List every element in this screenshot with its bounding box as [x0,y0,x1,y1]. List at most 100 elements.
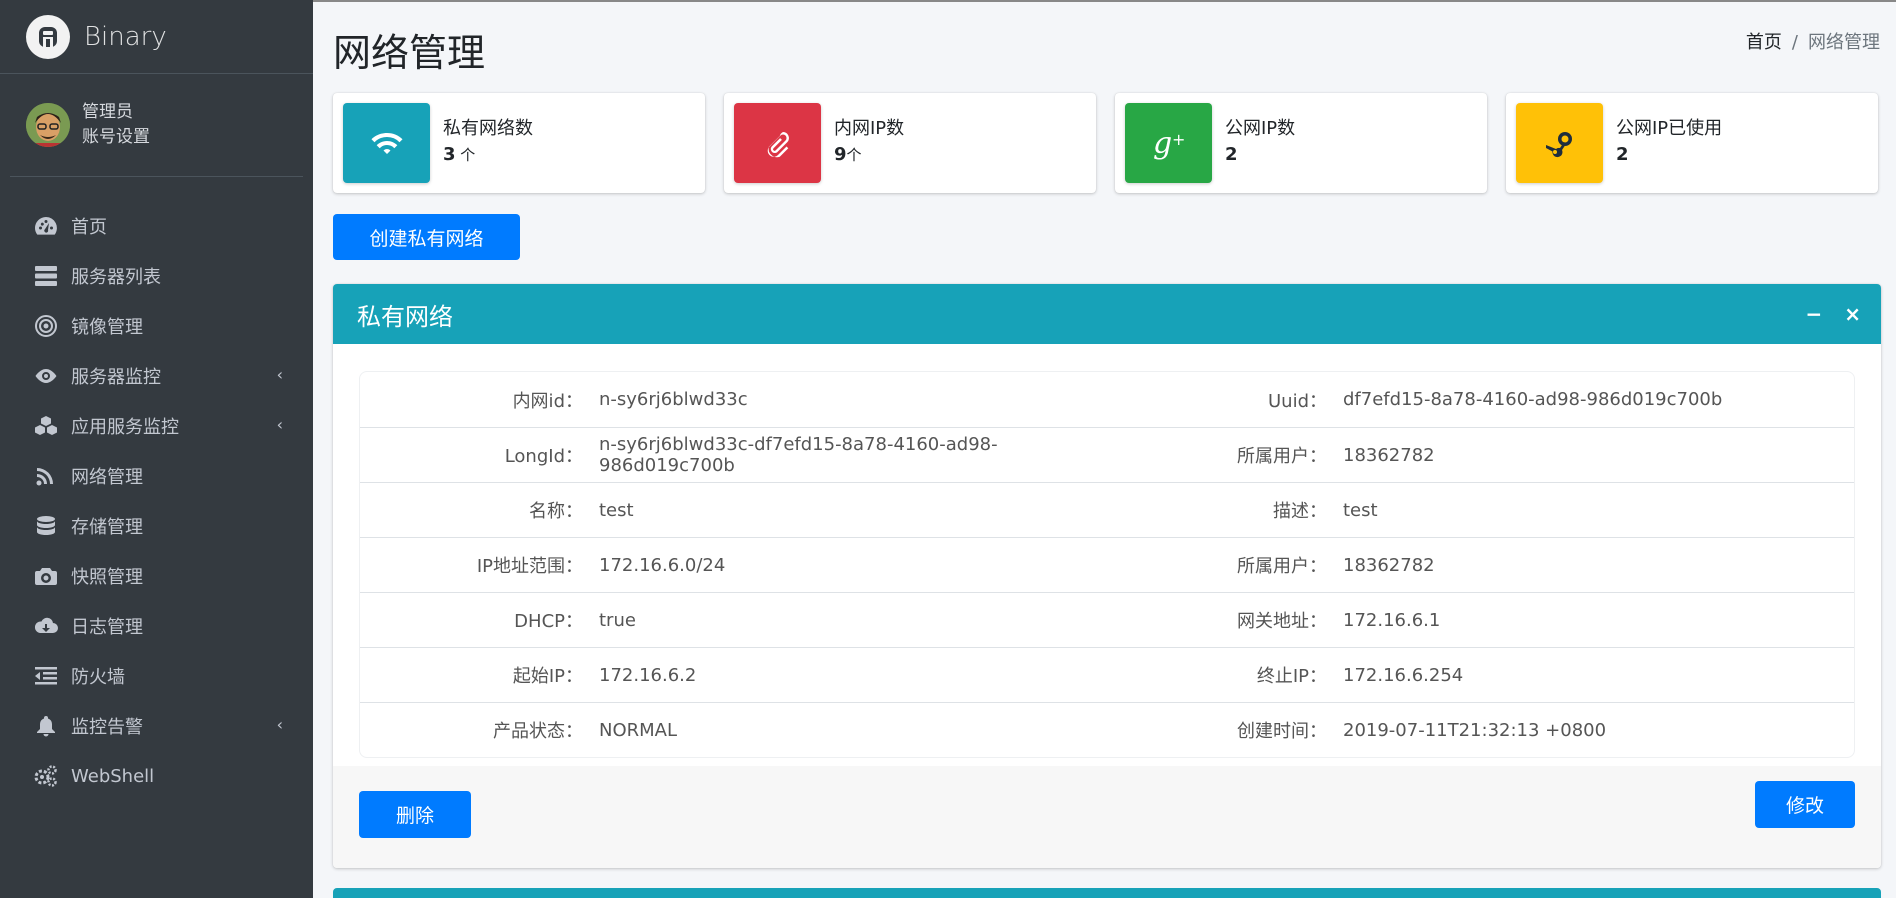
delete-button[interactable]: 删除 [359,791,471,838]
brand-logo-icon [26,14,70,59]
info-box-label: 私有网络数 [443,117,533,139]
sidebar-item-alerts[interactable]: 监控告警 ‹ [0,701,313,751]
account-settings-link[interactable]: 账号设置 [82,125,150,150]
card-header: 私有网络 − × [333,284,1881,344]
sidebar-nav: 首页 服务器列表 镜像管理 服务器监控 ‹ 应用服务监控 ‹ 网络管理 存储管理 [0,201,313,801]
detail-row: 起始IP： 172.16.6.2 终止IP： 172.16.6.254 [360,647,1854,702]
detail-value: true [599,609,636,631]
detail-row: 内网id： n-sy6rj6blwd33c Uuid： df7efd15-8a7… [360,372,1854,427]
info-box-public-ips-used: 公网IP已使用 2 [1506,93,1878,193]
wifi-icon [343,103,430,183]
camera-icon [33,565,59,587]
svg-text:+: + [1172,130,1185,149]
sidebar-item-label: 监控告警 [71,717,143,738]
detail-value: n-sy6rj6blwd33c [599,389,748,410]
sidebar-item-label: WebShell [71,765,155,787]
sidebar-item-snapshot-management[interactable]: 快照管理 [0,551,313,601]
detail-value: 18362782 [1343,554,1435,576]
sidebar-item-network-management[interactable]: 网络管理 [0,451,313,501]
sidebar-item-label: 服务器监控 [71,367,161,388]
detail-row: IP地址范围： 172.16.6.0/24 所属用户： 18362782 [360,537,1854,592]
sidebar-item-server-list[interactable]: 服务器列表 [0,251,313,301]
detail-label: 终止IP： [1256,666,1327,687]
sidebar-item-storage-management[interactable]: 存储管理 [0,501,313,551]
user-panel[interactable]: 管理员 账号设置 [10,74,303,177]
detail-label: 名称： [529,501,583,522]
detail-label: 产品状态： [493,721,583,742]
info-box-label: 公网IP数 [1225,117,1296,139]
outdent-icon [33,665,59,687]
paperclip-icon [734,103,821,183]
brand-link[interactable]: Binary [0,0,313,74]
info-box-unit: 个 [846,145,862,164]
sidebar-item-firewall[interactable]: 防火墙 [0,651,313,701]
sidebar-item-label: 日志管理 [71,617,143,638]
sidebar-item-image-management[interactable]: 镜像管理 [0,301,313,351]
steam-icon [1516,103,1603,183]
detail-value: 172.16.6.254 [1343,664,1464,686]
cubes-icon [33,415,59,437]
breadcrumb: 首页 / 网络管理 [1746,28,1880,54]
detail-row: DHCP： true 网关地址： 172.16.6.1 [360,592,1854,647]
sidebar-item-webshell[interactable]: WebShell [0,751,313,801]
detail-value: n-sy6rj6blwd33c-df7efd15-8a78-4160-ad98-… [599,434,998,476]
sidebar-item-label: 首页 [71,217,107,238]
info-box-private-networks: 私有网络数 3 个 [333,93,705,193]
info-box-unit: 个 [455,145,476,164]
google-plus-icon: g + [1125,103,1212,183]
edit-button[interactable]: 修改 [1755,781,1855,828]
sidebar-item-label: 服务器列表 [71,267,161,288]
cogs-icon [33,765,59,787]
avatar [26,103,70,147]
sidebar-item-home[interactable]: 首页 [0,201,313,251]
info-box-value: 3 [443,143,456,165]
detail-label: 内网id： [512,390,583,412]
sidebar-item-log-management[interactable]: 日志管理 [0,601,313,651]
sidebar-item-label: 防火墙 [71,667,125,688]
private-network-card: 私有网络 − × 内网id： n-sy6rj6blwd33c Uuid： df7… [333,284,1881,868]
info-box-value: 9 [834,143,847,165]
info-box-label: 公网IP已使用 [1616,117,1723,139]
detail-label: IP地址范围： [476,556,583,577]
detail-row: 名称： test 描述： test [360,482,1854,537]
breadcrumb-current: 网络管理 [1808,32,1880,53]
database-icon [33,515,59,537]
detail-label: LongId： [504,446,583,467]
detail-label: 创建时间： [1237,721,1327,742]
sidebar-item-server-monitor[interactable]: 服务器监控 ‹ [0,351,313,401]
card-title: 私有网络 [357,302,453,331]
detail-value: test [1343,499,1378,521]
main-content: 网络管理 首页 / 网络管理 私有网络数 3 个 内网IP数 9个 g + 公网IP数… [313,0,1896,898]
close-icon[interactable]: × [1844,302,1861,326]
server-icon [33,265,59,287]
bullseye-icon [33,315,59,337]
eye-icon [33,365,59,387]
card-footer: 删除 修改 [333,766,1881,868]
detail-value: 172.16.6.2 [599,664,697,686]
detail-label: 网关地址： [1237,611,1327,632]
sidebar: Binary 管理员 账号设置 首页 服务器列表 镜像管理 服务器监控 ‹ 应用… [0,0,313,898]
minimize-icon[interactable]: − [1805,302,1822,326]
info-box-internal-ips: 内网IP数 9个 [724,93,1096,193]
detail-table: 内网id： n-sy6rj6blwd33c Uuid： df7efd15-8a7… [359,371,1855,758]
next-card-header [333,888,1881,898]
chevron-left-icon: ‹ [276,365,283,384]
detail-value: 172.16.6.0/24 [599,554,726,576]
chevron-left-icon: ‹ [276,415,283,434]
chevron-left-icon: ‹ [276,715,283,734]
detail-value: 2019-07-11T21:32:13 +0800 [1343,719,1607,741]
detail-value: 172.16.6.1 [1343,609,1441,631]
breadcrumb-home-link[interactable]: 首页 [1746,32,1782,53]
card-body: 内网id： n-sy6rj6blwd33c Uuid： df7efd15-8a7… [333,344,1881,766]
page-title: 网络管理 [333,31,486,75]
dashboard-icon [33,215,59,237]
detail-label: DHCP： [514,611,583,632]
bell-icon [33,715,59,737]
create-private-network-button[interactable]: 创建私有网络 [333,214,520,260]
top-border [313,0,1896,2]
sidebar-item-label: 存储管理 [71,517,143,538]
sidebar-item-label: 镜像管理 [71,317,143,338]
detail-value: test [599,499,634,521]
info-box-value: 2 [1616,143,1629,165]
sidebar-item-app-monitor[interactable]: 应用服务监控 ‹ [0,401,313,451]
